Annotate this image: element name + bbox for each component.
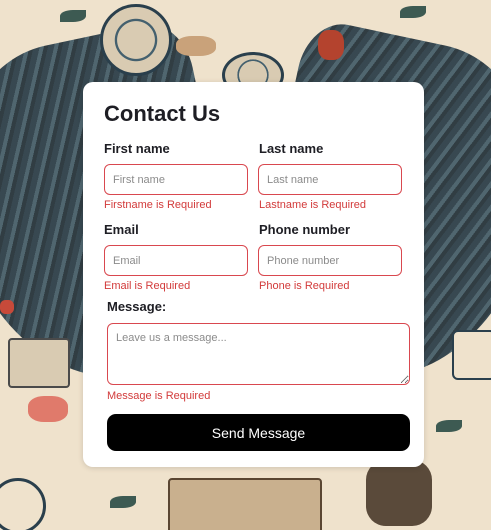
- compass-illustration: [100, 4, 172, 76]
- leaf-illustration: [60, 10, 86, 22]
- wheel-illustration: [0, 478, 46, 530]
- leaf-illustration: [436, 420, 462, 432]
- first-name-input[interactable]: [104, 164, 248, 195]
- contact-form: Contact Us First name Firstname is Requi…: [83, 82, 424, 467]
- red-pot-illustration: [318, 30, 344, 60]
- first-name-error: Firstname is Required: [104, 199, 212, 211]
- tag-illustration: [452, 330, 491, 380]
- crate-illustration: [168, 478, 322, 530]
- scroll-illustration: [176, 36, 216, 56]
- flowers-illustration: [28, 396, 68, 422]
- last-name-input[interactable]: [258, 164, 402, 195]
- send-message-button[interactable]: Send Message: [107, 414, 410, 451]
- message-error: Message is Required: [107, 390, 211, 402]
- leaf-illustration: [400, 6, 426, 18]
- jar-illustration: [366, 460, 432, 526]
- email-label: Email: [104, 222, 139, 237]
- email-input[interactable]: [104, 245, 248, 276]
- first-name-label: First name: [104, 141, 170, 156]
- last-name-error: Lastname is Required: [259, 199, 367, 211]
- phone-error: Phone is Required: [259, 280, 350, 292]
- book-illustration: [8, 338, 70, 388]
- leaf-illustration: [110, 496, 136, 508]
- phone-input[interactable]: [258, 245, 402, 276]
- form-title: Contact Us: [104, 101, 221, 126]
- message-label: Message:: [107, 299, 167, 314]
- email-error: Email is Required: [104, 280, 191, 292]
- heart-illustration: [0, 300, 14, 314]
- phone-label: Phone number: [259, 222, 351, 237]
- message-textarea[interactable]: [107, 323, 410, 385]
- last-name-label: Last name: [259, 141, 324, 156]
